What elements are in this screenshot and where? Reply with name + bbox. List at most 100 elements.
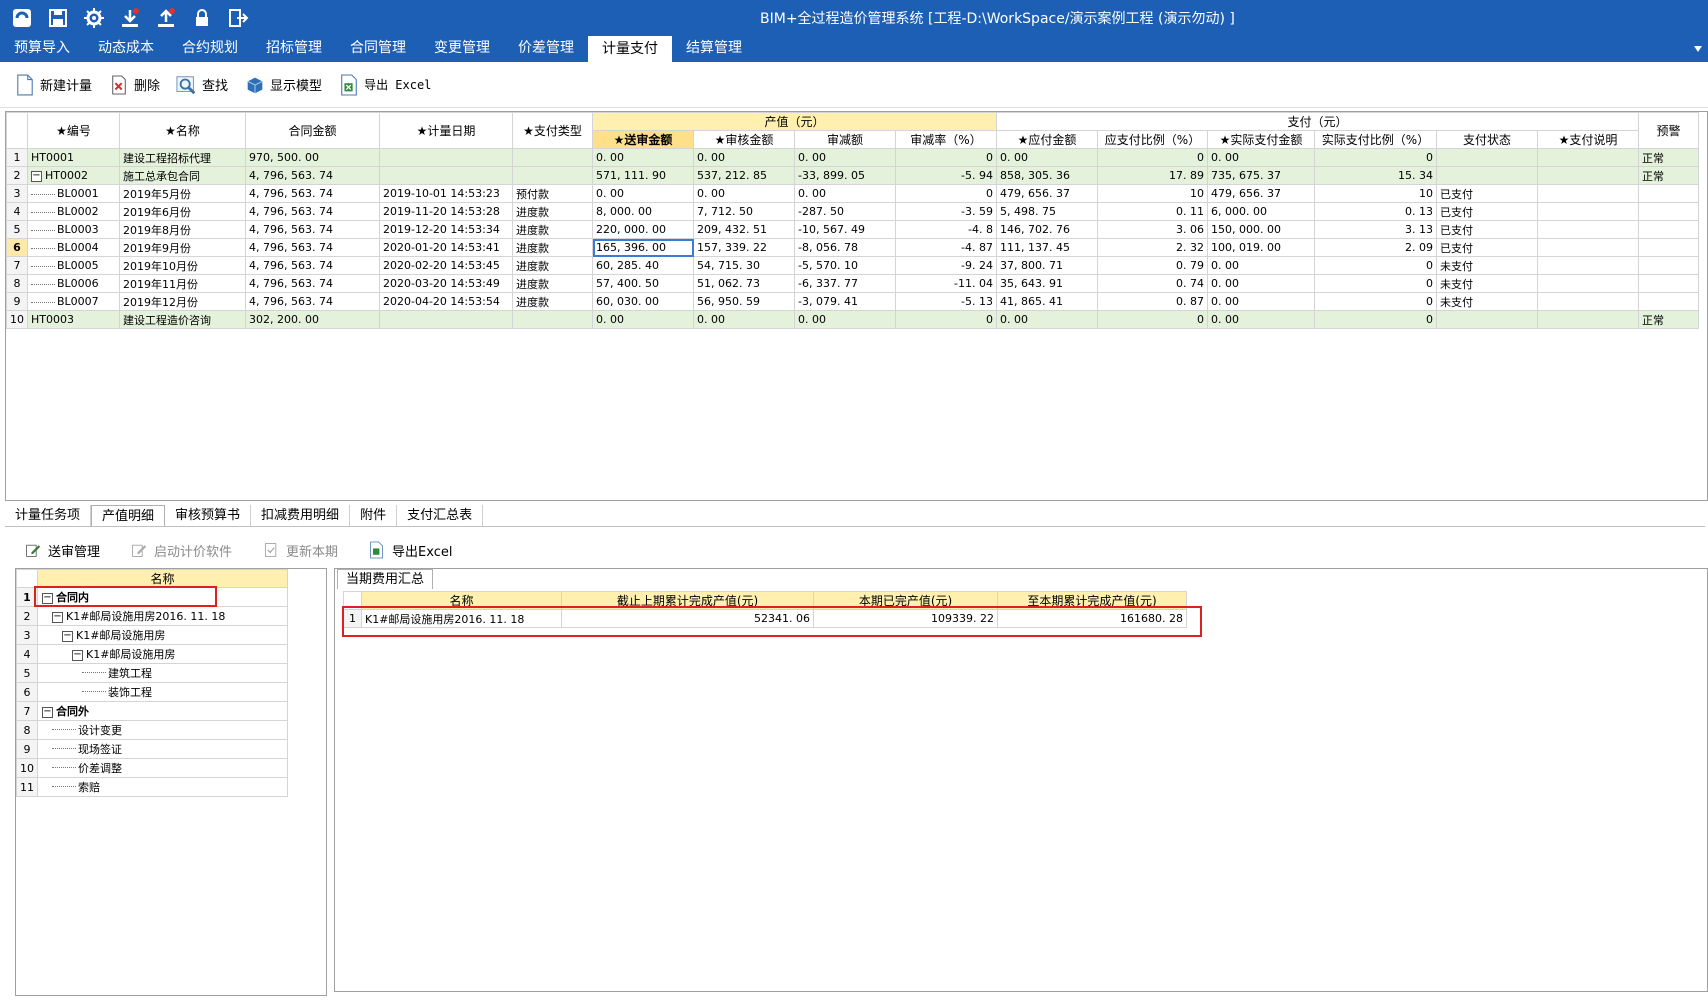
app-logo-icon[interactable]: [4, 5, 40, 31]
download-icon[interactable]: [112, 5, 148, 31]
cell-audit-reduce-rate[interactable]: -4. 87: [895, 238, 997, 257]
cell-actual-ratio[interactable]: 10: [1314, 184, 1437, 203]
row-number[interactable]: 4: [6, 202, 28, 221]
tree-node[interactable]: 9 现场签证: [16, 739, 288, 759]
cell-pay-type[interactable]: 进度款: [512, 256, 593, 275]
cell-actual-ratio[interactable]: 2. 09: [1314, 238, 1437, 257]
cell-measure-date[interactable]: 2019-11-20 14:53:28: [379, 202, 513, 221]
cell-contract-amount[interactable]: 970, 500. 00: [245, 148, 380, 167]
cell-actual-paid[interactable]: 0. 00: [1207, 292, 1315, 311]
cell-submit-amount[interactable]: 60, 285. 40: [592, 256, 694, 275]
col-name-header[interactable]: ★名称: [119, 112, 246, 149]
cell-pay-type[interactable]: 进度款: [512, 238, 593, 257]
cell-name[interactable]: 建设工程造价咨询: [119, 310, 246, 329]
collapse-icon[interactable]: −: [42, 706, 53, 718]
cell-name[interactable]: 2019年8月份: [119, 220, 246, 239]
show-model-button[interactable]: 显示模型: [240, 69, 326, 101]
cell-pay-note[interactable]: [1537, 274, 1639, 293]
cell-audit-reduce-rate[interactable]: -9. 24: [895, 256, 997, 275]
collapse-icon[interactable]: −: [31, 170, 42, 182]
cell-code[interactable]: BL0001: [27, 184, 120, 203]
col-pay-status-header[interactable]: 支付状态: [1436, 130, 1538, 149]
cell-contract-amount[interactable]: 4, 796, 563. 74: [245, 220, 380, 239]
cell-pay-status[interactable]: 已支付: [1436, 220, 1538, 239]
cell-warning[interactable]: 正常: [1638, 166, 1699, 185]
cell-payable-ratio[interactable]: 0. 79: [1097, 256, 1208, 275]
tree-node-cell[interactable]: − 合同外: [37, 701, 288, 721]
cell-submit-amount[interactable]: 0. 00: [592, 310, 694, 329]
cell-audit-amount[interactable]: 0. 00: [693, 184, 795, 203]
cell-code[interactable]: HT0001: [27, 148, 120, 167]
cell-audit-reduce-rate[interactable]: -11. 04: [895, 274, 997, 293]
cell-payable-amount[interactable]: 146, 702. 76: [996, 220, 1098, 239]
row-number[interactable]: 9: [6, 292, 28, 311]
cell-submit-amount[interactable]: 220, 000. 00: [592, 220, 694, 239]
cell-actual-paid[interactable]: 0. 00: [1207, 310, 1315, 329]
menu-price-diff[interactable]: 价差管理: [504, 34, 588, 62]
cell-name[interactable]: 施工总承包合同: [119, 166, 246, 185]
tree-node-cell[interactable]: 设计变更: [37, 720, 288, 740]
cell-measure-date[interactable]: 2020-03-20 14:53:49: [379, 274, 513, 293]
cell-audit-reduce-rate[interactable]: -5. 13: [895, 292, 997, 311]
settings-icon[interactable]: [76, 5, 112, 31]
summary-row[interactable]: 1 K1#邮局设施用房2016. 11. 18 52341. 06 109339. 2…: [343, 609, 1187, 628]
cell-payable-ratio[interactable]: 3. 06: [1097, 220, 1208, 239]
cell-code[interactable]: HT0003: [27, 310, 120, 329]
cell-audit-reduce[interactable]: -6, 337. 77: [794, 274, 896, 293]
cell-payable-amount[interactable]: 37, 800. 71: [996, 256, 1098, 275]
cell-payable-ratio[interactable]: 10: [1097, 184, 1208, 203]
menu-change[interactable]: 变更管理: [420, 34, 504, 62]
cell-pay-note[interactable]: [1537, 310, 1639, 329]
menu-bidding[interactable]: 招标管理: [252, 34, 336, 62]
save-icon[interactable]: [40, 5, 76, 31]
col-pay-note-header[interactable]: ★支付说明: [1537, 130, 1639, 149]
cell-code[interactable]: BL0007: [27, 292, 120, 311]
cell-pay-status[interactable]: [1436, 310, 1538, 329]
tab-deduction-detail[interactable]: 扣减费用明细: [251, 505, 351, 526]
col-audit-reduce-header[interactable]: 审减额: [794, 130, 896, 149]
cell-actual-ratio[interactable]: 0: [1314, 274, 1437, 293]
lock-icon[interactable]: [184, 5, 220, 31]
table-row[interactable]: 5 BL0003 2019年8月份 4, 796, 563. 74 2019-12-20…: [6, 220, 1699, 239]
cell-actual-paid[interactable]: 100, 019. 00: [1207, 238, 1315, 257]
cell-contract-amount[interactable]: 4, 796, 563. 74: [245, 202, 380, 221]
cell-pay-note[interactable]: [1537, 202, 1639, 221]
cell-payable-amount[interactable]: 5, 498. 75: [996, 202, 1098, 221]
cell-audit-amount[interactable]: 56, 950. 59: [693, 292, 795, 311]
menu-measure-payment[interactable]: 计量支付: [588, 34, 672, 62]
cell-pay-status[interactable]: 已支付: [1436, 202, 1538, 221]
cell-actual-ratio[interactable]: 15. 34: [1314, 166, 1437, 185]
cell-contract-amount[interactable]: 4, 796, 563. 74: [245, 256, 380, 275]
row-number[interactable]: 10: [6, 310, 28, 329]
tab-output-detail[interactable]: 产值明细: [91, 505, 166, 526]
tree-node[interactable]: 7− 合同外: [16, 701, 288, 721]
table-row[interactable]: 4 BL0002 2019年6月份 4, 796, 563. 74 2019-11-20…: [6, 202, 1699, 221]
cell-audit-amount[interactable]: 537, 212. 85: [693, 166, 795, 185]
cell-name[interactable]: 2019年11月份: [119, 274, 246, 293]
export-excel-button[interactable]: 导出 Excel: [334, 69, 435, 101]
tree-node[interactable]: 10 价差调整: [16, 758, 288, 778]
summary-to-date-cell[interactable]: 161680. 28: [997, 609, 1187, 628]
collapse-icon[interactable]: −: [52, 611, 63, 623]
cell-payable-amount[interactable]: 858, 305. 36: [996, 166, 1098, 185]
menu-contract-planning[interactable]: 合约规划: [168, 34, 252, 62]
collapse-icon[interactable]: −: [42, 592, 53, 604]
cell-actual-paid[interactable]: 6, 000. 00: [1207, 202, 1315, 221]
new-measure-button[interactable]: 新建计量: [10, 69, 96, 101]
cell-measure-date[interactable]: [379, 166, 513, 185]
upload-icon[interactable]: [148, 5, 184, 31]
cell-contract-amount[interactable]: 4, 796, 563. 74: [245, 274, 380, 293]
summary-current-header[interactable]: 本期已完产值(元): [813, 591, 998, 610]
cell-pay-note[interactable]: [1537, 256, 1639, 275]
cell-pay-status[interactable]: [1436, 166, 1538, 185]
tree-node[interactable]: 6 装饰工程: [16, 682, 288, 702]
col-contract-amount-header[interactable]: 合同金额: [245, 112, 380, 149]
cell-audit-amount[interactable]: 0. 00: [693, 148, 795, 167]
col-payable-amount-header[interactable]: ★应付金额: [996, 130, 1098, 149]
cell-payable-ratio[interactable]: 17. 89: [1097, 166, 1208, 185]
cell-payable-ratio[interactable]: 0: [1097, 310, 1208, 329]
cell-code[interactable]: BL0003: [27, 220, 120, 239]
tree-node-cell[interactable]: − K1#邮局设施用房: [37, 625, 288, 645]
cell-warning[interactable]: 正常: [1638, 310, 1699, 329]
tree-node-cell[interactable]: − K1#邮局设施用房: [37, 644, 288, 664]
